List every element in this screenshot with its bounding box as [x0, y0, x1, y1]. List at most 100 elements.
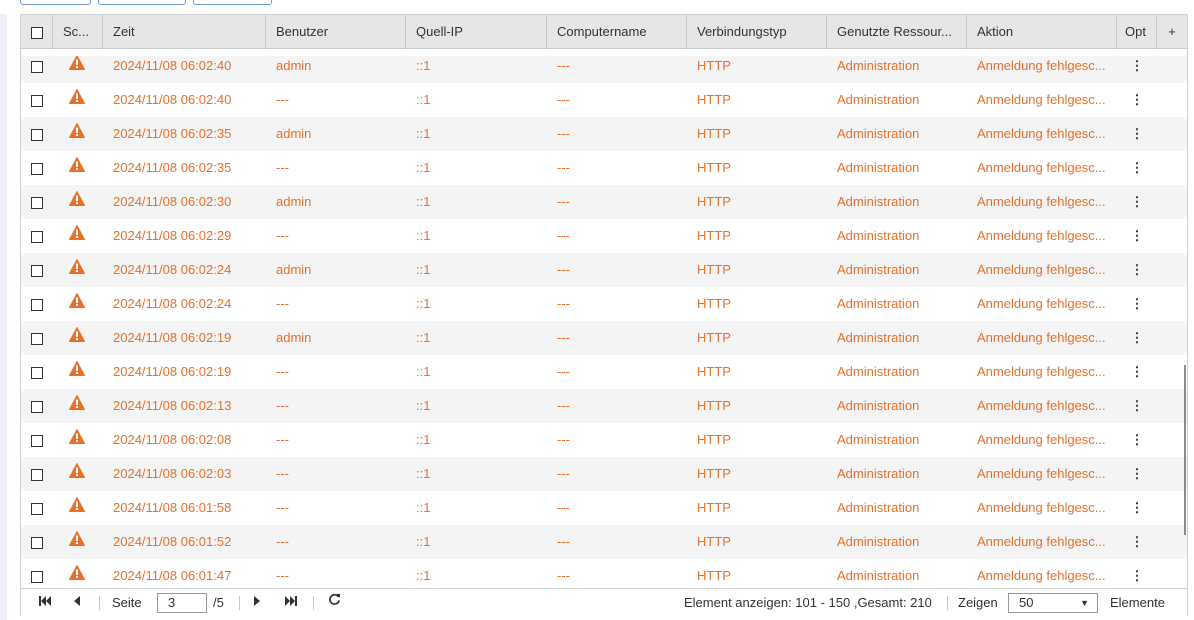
row-checkbox-cell[interactable] [21, 423, 53, 457]
row-checkbox-cell[interactable] [21, 117, 53, 151]
header-source-ip[interactable]: Quell-IP [406, 15, 547, 49]
row-checkbox-cell[interactable] [21, 83, 53, 117]
row-checkbox-cell[interactable] [21, 559, 53, 588]
more-options-icon[interactable]: ⋮ [1117, 355, 1157, 389]
table-row[interactable]: 2024/11/08 06:02:40 admin::1 --- HTTP Admini… [21, 56, 1187, 83]
action-cell: Anmeldung fehlgesc... [977, 58, 1106, 73]
header-options[interactable]: Opt [1117, 15, 1157, 49]
row-checkbox[interactable] [31, 60, 43, 73]
page-size-select[interactable]: 50 ▼ [1008, 593, 1098, 613]
table-row[interactable]: 2024/11/08 06:02:03 ---::1 --- HTTP Administ… [21, 457, 1187, 491]
table-row[interactable]: 2024/11/08 06:01:52 ---::1 --- HTTP Administ… [21, 525, 1187, 559]
table-row[interactable]: 2024/11/08 06:02:08 ---::1 --- HTTP Administ… [21, 423, 1187, 457]
next-page-icon[interactable] [249, 589, 265, 617]
first-page-icon[interactable] [37, 589, 53, 617]
user-cell: --- [276, 398, 289, 413]
row-checkbox[interactable] [31, 468, 43, 481]
table-row[interactable]: 2024/11/08 06:02:35 ---::1 --- HTTP Administ… [21, 151, 1187, 185]
more-options-icon[interactable]: ⋮ [1117, 56, 1157, 83]
row-checkbox-cell[interactable] [21, 355, 53, 389]
more-options-icon[interactable]: ⋮ [1117, 389, 1157, 423]
row-checkbox-cell[interactable] [21, 491, 53, 525]
header-user[interactable]: Benutzer [266, 15, 406, 49]
row-checkbox[interactable] [31, 434, 43, 447]
user-cell: admin [276, 126, 312, 141]
add-column-button[interactable]: + [1157, 15, 1187, 49]
table-row[interactable]: 2024/11/08 06:02:29 ---::1 --- HTTP Administ… [21, 219, 1187, 253]
header-time[interactable]: Zeit [103, 15, 266, 49]
row-checkbox-cell[interactable] [21, 287, 53, 321]
row-checkbox-cell[interactable] [21, 151, 53, 185]
table-row[interactable]: 2024/11/08 06:02:24 ---::1 --- HTTP Administ… [21, 287, 1187, 321]
table-row[interactable]: 2024/11/08 06:02:40 ---::1 --- HTTP Administ… [21, 83, 1187, 117]
row-checkbox[interactable] [31, 298, 43, 311]
row-checkbox[interactable] [31, 536, 43, 549]
more-options-icon[interactable]: ⋮ [1117, 219, 1157, 253]
more-options-icon[interactable]: ⋮ [1117, 457, 1157, 491]
table-row[interactable]: 2024/11/08 06:02:19 admin::1 --- HTTP Admini… [21, 321, 1187, 355]
row-checkbox-cell[interactable] [21, 321, 53, 355]
source-ip-cell: ::1 [416, 296, 431, 311]
toolbar-button-1[interactable] [20, 0, 91, 5]
time-cell: 2024/11/08 06:02:29 [113, 228, 232, 243]
table-row[interactable]: 2024/11/08 06:02:24 admin::1 --- HTTP Admini… [21, 253, 1187, 287]
last-page-icon[interactable] [283, 589, 299, 617]
connection-type-cell: HTTP [697, 398, 731, 413]
refresh-icon[interactable] [326, 589, 342, 617]
resource-cell: Administration [837, 126, 920, 141]
row-checkbox-cell[interactable] [21, 185, 53, 219]
row-checkbox[interactable] [31, 400, 43, 413]
more-options-icon[interactable]: ⋮ [1117, 253, 1157, 287]
table-row[interactable]: 2024/11/08 06:02:13 ---::1 --- HTTP Administ… [21, 389, 1187, 423]
row-checkbox[interactable] [31, 230, 43, 243]
more-options-icon[interactable]: ⋮ [1117, 423, 1157, 457]
more-options-icon[interactable]: ⋮ [1117, 491, 1157, 525]
more-options-icon[interactable]: ⋮ [1117, 525, 1157, 559]
time-cell: 2024/11/08 06:02:40 [113, 58, 232, 73]
row-checkbox[interactable] [31, 570, 43, 583]
row-checkbox[interactable] [31, 94, 43, 107]
row-checkbox[interactable] [31, 264, 43, 277]
toolbar-button-2[interactable] [98, 0, 186, 5]
select-all-checkbox[interactable] [30, 26, 43, 39]
vertical-scrollbar[interactable] [1184, 365, 1186, 535]
header-computer-name[interactable]: Computername [547, 15, 687, 49]
row-checkbox[interactable] [31, 196, 43, 209]
action-cell: Anmeldung fehlgesc... [977, 466, 1106, 481]
more-options-icon[interactable]: ⋮ [1117, 117, 1157, 151]
more-options-icon[interactable]: ⋮ [1117, 559, 1157, 588]
page-number-input[interactable]: 3 [157, 593, 207, 613]
row-checkbox[interactable] [31, 162, 43, 175]
row-checkbox-cell[interactable] [21, 389, 53, 423]
header-select-all[interactable] [21, 15, 53, 49]
more-options-icon[interactable]: ⋮ [1117, 185, 1157, 219]
row-checkbox[interactable] [31, 128, 43, 141]
header-used-resource[interactable]: Genutzte Ressour... [827, 15, 967, 49]
warning-icon [69, 355, 85, 389]
row-checkbox[interactable] [31, 502, 43, 515]
more-options-icon[interactable]: ⋮ [1117, 321, 1157, 355]
row-checkbox-cell[interactable] [21, 525, 53, 559]
table-row[interactable]: 2024/11/08 06:01:58 ---::1 --- HTTP Administ… [21, 491, 1187, 525]
row-checkbox[interactable] [31, 332, 43, 345]
header-severity[interactable]: Sc... [53, 15, 103, 49]
table-row[interactable]: 2024/11/08 06:02:19 ---::1 --- HTTP Administ… [21, 355, 1187, 389]
table-row[interactable]: 2024/11/08 06:02:30 admin::1 --- HTTP Admini… [21, 185, 1187, 219]
header-action[interactable]: Aktion [967, 15, 1117, 49]
row-checkbox-cell[interactable] [21, 219, 53, 253]
time-cell: 2024/11/08 06:02:08 [113, 432, 232, 447]
row-checkbox[interactable] [31, 366, 43, 379]
row-checkbox-cell[interactable] [21, 56, 53, 83]
row-checkbox-cell[interactable] [21, 253, 53, 287]
toolbar-button-3[interactable] [193, 0, 272, 5]
row-checkbox-cell[interactable] [21, 457, 53, 491]
header-connection-type[interactable]: Verbindungstyp [687, 15, 827, 49]
table-row[interactable]: 2024/11/08 06:01:47 ---::1 --- HTTP Administ… [21, 559, 1187, 588]
source-ip-cell: ::1 [416, 568, 431, 583]
more-options-icon[interactable]: ⋮ [1117, 83, 1157, 117]
table-row[interactable]: 2024/11/08 06:02:35 admin::1 --- HTTP Admini… [21, 117, 1187, 151]
connection-type-cell: HTTP [697, 296, 731, 311]
more-options-icon[interactable]: ⋮ [1117, 287, 1157, 321]
more-options-icon[interactable]: ⋮ [1117, 151, 1157, 185]
prev-page-icon[interactable] [69, 589, 85, 617]
